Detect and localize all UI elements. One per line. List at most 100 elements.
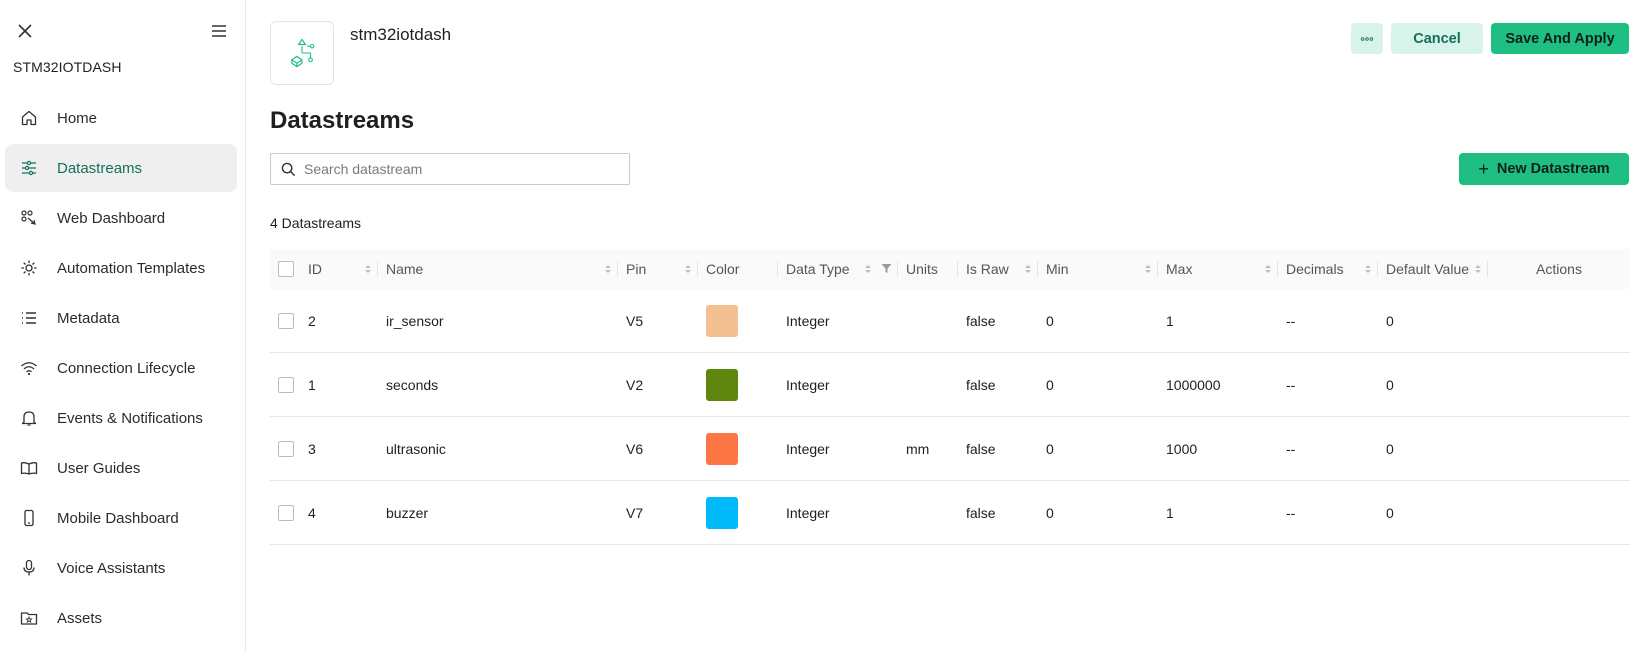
microphone-icon: [19, 558, 39, 578]
home-icon: [19, 108, 39, 128]
cell-pin: V2: [626, 376, 644, 393]
sidebar: STM32IOTDASH Home Datastreams Web Dashbo…: [0, 0, 246, 651]
cell-color: [698, 481, 778, 545]
column-header-label: Is Raw: [966, 261, 1009, 277]
cell-decimals: --: [1286, 440, 1296, 457]
column-header-pin[interactable]: Pin: [618, 249, 698, 289]
cell-name: ultrasonic: [386, 440, 446, 457]
cell-max: 1: [1166, 312, 1174, 329]
sidebar-item-mobile-dashboard[interactable]: Mobile Dashboard: [5, 494, 237, 542]
cell-is-raw: false: [966, 312, 996, 329]
page-title: Datastreams: [270, 107, 415, 134]
table-row[interactable]: 1 seconds V2 Integer false 0 1000000 -- …: [270, 353, 1630, 417]
cell-name: seconds: [386, 376, 439, 393]
sidebar-item-user-guides[interactable]: User Guides: [5, 444, 237, 492]
select-all-cell: [270, 249, 300, 289]
sort-icon[interactable]: [604, 263, 612, 275]
save-and-apply-button[interactable]: Save And Apply: [1491, 23, 1629, 54]
more-options-button[interactable]: [1351, 23, 1383, 54]
bell-icon: [19, 408, 39, 428]
cell-data-type: Integer: [786, 504, 830, 521]
ellipsis-icon: [1360, 36, 1374, 41]
row-select-cell: [270, 353, 300, 417]
column-header-label: ID: [308, 261, 322, 277]
new-datastream-label: New Datastream: [1496, 161, 1610, 177]
device-template-icon: [291, 38, 315, 68]
row-checkbox[interactable]: [278, 376, 294, 393]
cell-name: buzzer: [386, 504, 429, 521]
column-header-id[interactable]: ID: [300, 249, 378, 289]
filter-icon[interactable]: [881, 263, 892, 274]
table-row[interactable]: 4 buzzer V7 Integer false 0 1 -- 0: [270, 481, 1630, 545]
cancel-button[interactable]: Cancel: [1391, 23, 1483, 54]
cell-decimals: --: [1286, 504, 1296, 521]
column-header-default-value[interactable]: Default Value: [1378, 249, 1488, 289]
template-name: stm32iotdash: [350, 25, 452, 44]
sort-icon[interactable]: [864, 263, 872, 275]
cell-min: 0: [1046, 440, 1054, 457]
column-header-label: Min: [1046, 261, 1069, 277]
color-swatch: [706, 304, 738, 337]
sort-icon[interactable]: [364, 263, 372, 275]
column-header-name[interactable]: Name: [378, 249, 618, 289]
cell-min: 0: [1046, 376, 1054, 393]
column-header-is-raw[interactable]: Is Raw: [958, 249, 1038, 289]
sidebar-item-home[interactable]: Home: [5, 94, 237, 142]
sidebar-item-label: Automation Templates: [57, 259, 206, 277]
cell-decimals: --: [1286, 312, 1296, 329]
new-datastream-button[interactable]: + New Datastream: [1459, 153, 1629, 185]
sidebar-item-voice-assistants[interactable]: Voice Assistants: [5, 544, 237, 592]
table-row[interactable]: 3 ultrasonic V6 Integer mm false 0 1000 …: [270, 417, 1630, 481]
search-input[interactable]: [304, 161, 604, 177]
sort-icon[interactable]: [1364, 263, 1372, 275]
sidebar-item-assets[interactable]: Assets: [5, 594, 237, 642]
sidebar-item-label: Home: [57, 109, 98, 127]
sidebar-item-events-notifications[interactable]: Events & Notifications: [5, 394, 237, 442]
sort-icon[interactable]: [1024, 263, 1032, 275]
hamburger-menu-icon[interactable]: [210, 22, 228, 40]
sidebar-item-label: Metadata: [57, 309, 120, 327]
cell-min: 0: [1046, 312, 1054, 329]
row-checkbox[interactable]: [278, 440, 294, 457]
close-icon[interactable]: [16, 22, 34, 40]
column-header-data-type[interactable]: Data Type: [778, 249, 898, 289]
cell-id: 1: [308, 376, 316, 393]
column-header-max[interactable]: Max: [1158, 249, 1278, 289]
sort-icon[interactable]: [1144, 263, 1152, 275]
mobile-icon: [19, 508, 39, 528]
column-header-label: Decimals: [1286, 261, 1344, 277]
sort-icon[interactable]: [1264, 263, 1272, 275]
table-header: ID Name Pin Color Data Type Units Is Raw…: [270, 249, 1630, 289]
template-thumbnail[interactable]: [270, 21, 334, 85]
row-select-cell: [270, 417, 300, 481]
sort-icon[interactable]: [1474, 263, 1482, 275]
sidebar-item-web-dashboard[interactable]: Web Dashboard: [5, 194, 237, 242]
sidebar-item-label: Events & Notifications: [57, 409, 203, 427]
cell-actions: [1488, 289, 1630, 353]
cell-color: [698, 417, 778, 481]
select-all-checkbox[interactable]: [278, 261, 294, 277]
column-header-color: Color: [698, 249, 778, 289]
sidebar-item-connection-lifecycle[interactable]: Connection Lifecycle: [5, 344, 237, 392]
column-header-min[interactable]: Min: [1038, 249, 1158, 289]
sidebar-item-label: Voice Assistants: [57, 559, 166, 577]
row-checkbox[interactable]: [278, 504, 294, 521]
color-swatch: [706, 432, 738, 465]
sidebar-item-datastreams[interactable]: Datastreams: [5, 144, 237, 192]
table-row[interactable]: 2 ir_sensor V5 Integer false 0 1 -- 0: [270, 289, 1630, 353]
column-header-label: Pin: [626, 261, 647, 277]
color-swatch: [706, 368, 738, 401]
row-checkbox[interactable]: [278, 312, 294, 329]
sidebar-item-automation-templates[interactable]: Automation Templates: [5, 244, 237, 292]
column-header-units: Units: [898, 249, 958, 289]
sidebar-nav: Home Datastreams Web Dashboard Automatio…: [5, 94, 237, 644]
column-header-decimals[interactable]: Decimals: [1278, 249, 1378, 289]
row-select-cell: [270, 289, 300, 353]
sort-icon[interactable]: [684, 263, 692, 275]
cell-is-raw: false: [966, 376, 996, 393]
datastreams-table: ID Name Pin Color Data Type Units Is Raw…: [270, 249, 1630, 545]
sidebar-item-metadata[interactable]: Metadata: [5, 294, 237, 342]
column-header-label: Actions: [1536, 261, 1582, 277]
column-header-label: Max: [1166, 261, 1193, 277]
cell-pin: V7: [626, 504, 644, 521]
